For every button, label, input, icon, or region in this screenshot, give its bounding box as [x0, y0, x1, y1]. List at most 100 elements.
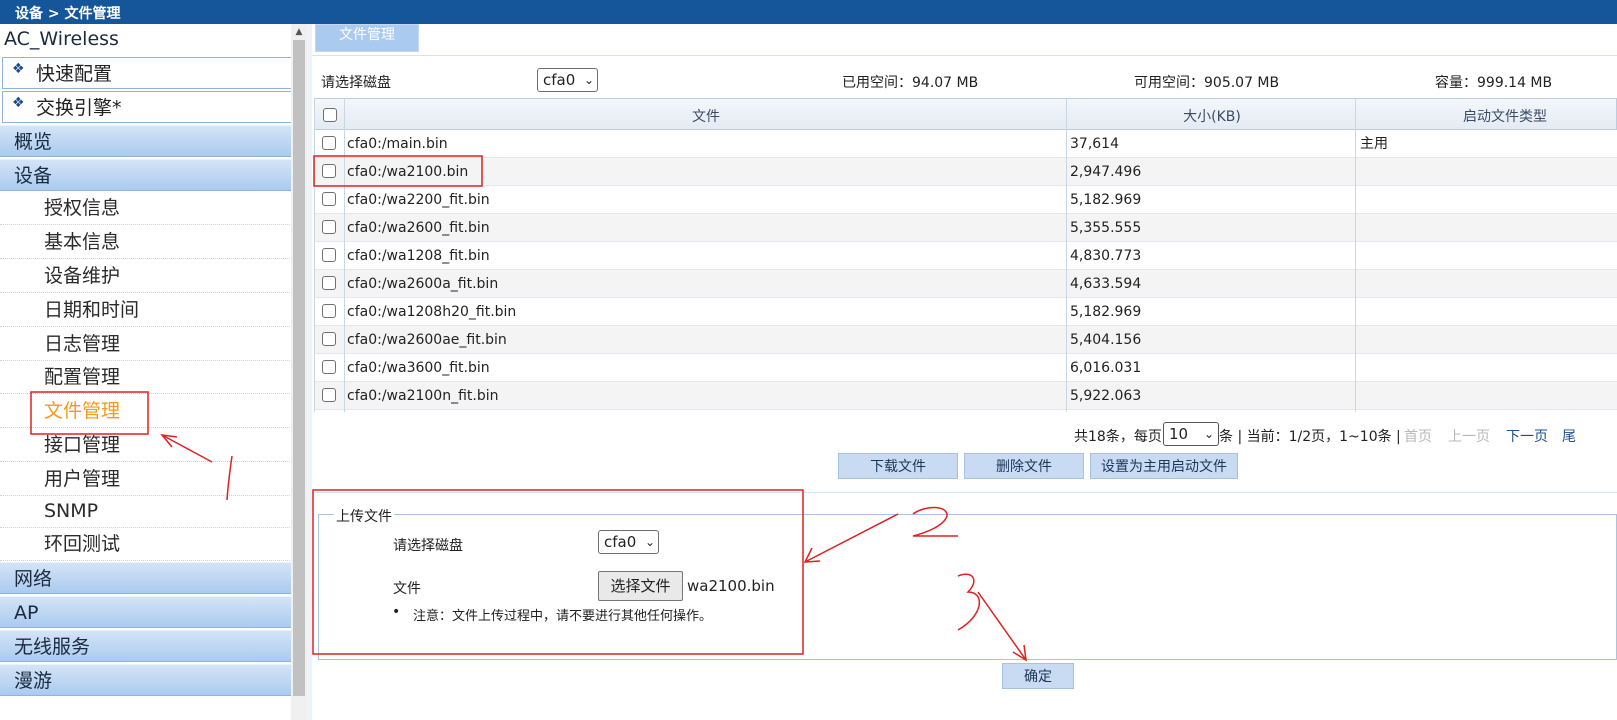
- sidebar-item-interface[interactable]: 接口管理: [0, 428, 292, 462]
- upload-disk-value: cfa0: [604, 533, 637, 551]
- delete-file-button[interactable]: 删除文件: [964, 453, 1084, 479]
- table-row[interactable]: cfa0:/wa2600ae_fit.bin 5,404.156: [314, 326, 1617, 354]
- upload-legend: 上传文件: [334, 506, 394, 526]
- file-size-cell: 6,016.031: [1070, 360, 1142, 376]
- set-main-boot-button[interactable]: 设置为主用启动文件: [1090, 453, 1238, 479]
- table-row[interactable]: cfa0:/wa3600_fit.bin 6,016.031: [314, 354, 1617, 382]
- sidebar-item-basic-info[interactable]: 基本信息: [0, 225, 292, 259]
- column-header-file[interactable]: 文件: [345, 99, 1067, 129]
- table-header: 文件 大小(KB) 启动文件类型: [314, 98, 1617, 130]
- sidebar-item-switch-engine[interactable]: ❖ 交换引擎*: [2, 91, 292, 123]
- table-row[interactable]: cfa0:/wa1208h20_fit.bin 5,182.969: [314, 298, 1617, 326]
- row-checkbox[interactable]: [322, 248, 336, 262]
- capacity: 容量：999.14 MB: [1435, 75, 1553, 91]
- sidebar-item-label: 交换引擎*: [36, 97, 122, 119]
- main-panel: 文件管理 请选择磁盘 cfa0 ⌄ 已用空间：94.07 MB 可用空间：905…: [312, 24, 1617, 720]
- sidebar-category-network[interactable]: 网络: [0, 562, 292, 594]
- sidebar-item-config[interactable]: 配置管理: [0, 360, 292, 394]
- pager-next[interactable]: 下一页: [1506, 426, 1548, 446]
- table-row[interactable]: cfa0:/wa2600_fit.bin 5,355.555: [314, 214, 1617, 242]
- row-checkbox[interactable]: [322, 388, 336, 402]
- app-title: AC_Wireless: [4, 28, 119, 50]
- free-space: 可用空间：905.07 MB: [1134, 75, 1280, 91]
- sidebar-item-file-management[interactable]: 文件管理: [0, 394, 292, 428]
- file-name-cell: cfa0:/wa2200_fit.bin: [347, 192, 490, 208]
- sidebar-item-datetime[interactable]: 日期和时间: [0, 293, 292, 327]
- file-size-cell: 2,947.496: [1070, 164, 1142, 180]
- sidebar-item-maintenance[interactable]: 设备维护: [0, 259, 292, 293]
- upload-fieldset: [318, 514, 1617, 660]
- upload-disk-select[interactable]: cfa0 ⌄: [598, 530, 659, 554]
- row-checkbox[interactable]: [322, 136, 336, 150]
- download-file-button[interactable]: 下载文件: [838, 453, 958, 479]
- tab-file-management[interactable]: 文件管理: [315, 24, 419, 52]
- column-header-boot-type[interactable]: 启动文件类型: [1357, 99, 1615, 129]
- file-name-cell: cfa0:/wa2600a_fit.bin: [347, 276, 499, 292]
- file-name-cell: cfa0:/main.bin: [347, 136, 448, 152]
- pager-last[interactable]: 尾: [1562, 426, 1576, 446]
- pager-total: 共18条，每页: [1074, 429, 1162, 445]
- file-size-cell: 5,182.969: [1070, 192, 1142, 208]
- file-name-cell: cfa0:/wa1208_fit.bin: [347, 248, 490, 264]
- file-size-cell: 5,355.555: [1070, 220, 1142, 236]
- table-row[interactable]: cfa0:/wa2600a_fit.bin 4,633.594: [314, 270, 1617, 298]
- disk-select-value: cfa0: [543, 71, 576, 89]
- select-all-checkbox[interactable]: [323, 108, 337, 122]
- table-row[interactable]: cfa0:/main.bin 37,614 主用: [314, 130, 1617, 158]
- upload-note-bullet: •: [392, 604, 401, 620]
- sidebar-category-device[interactable]: 设备: [0, 159, 292, 191]
- sidebar-category-wireless[interactable]: 无线服务: [0, 630, 292, 662]
- table-row[interactable]: cfa0:/wa1208_fit.bin 4,830.773: [314, 242, 1617, 270]
- sidebar-item-loopback[interactable]: 环回测试: [0, 527, 292, 561]
- pager-prev[interactable]: 上一页: [1448, 426, 1490, 446]
- table-row[interactable]: cfa0:/wa2200_fit.bin 5,182.969: [314, 186, 1617, 214]
- chosen-file-name: wa2100.bin: [687, 577, 775, 595]
- diamond-icon: ❖: [12, 61, 25, 77]
- file-size-cell: 37,614: [1070, 136, 1119, 152]
- pager-info: 条 | 当前：1/2页，1~10条 |: [1219, 429, 1401, 445]
- column-divider: [344, 98, 345, 412]
- table-row[interactable]: cfa0:/wa2100n_fit.bin 5,922.063: [314, 382, 1617, 410]
- row-checkbox[interactable]: [322, 304, 336, 318]
- sidebar-category-overview[interactable]: 概览: [0, 125, 292, 157]
- confirm-button[interactable]: 确定: [1002, 663, 1074, 689]
- file-name-cell: cfa0:/wa3600_fit.bin: [347, 360, 490, 376]
- sidebar-category-ap[interactable]: AP: [0, 596, 292, 628]
- used-space: 已用空间：94.07 MB: [842, 75, 979, 91]
- row-checkbox[interactable]: [322, 164, 336, 178]
- sidebar-item-users[interactable]: 用户管理: [0, 462, 292, 496]
- chevron-down-icon: ⌄: [583, 73, 594, 87]
- breadcrumb: 设备 > 文件管理: [0, 0, 1617, 24]
- scroll-up-icon[interactable]: ▲: [293, 26, 305, 38]
- column-header-size[interactable]: 大小(KB): [1067, 99, 1357, 129]
- row-checkbox[interactable]: [322, 220, 336, 234]
- sidebar-item-license[interactable]: 授权信息: [0, 191, 292, 225]
- sidebar-item-quick-config[interactable]: ❖ 快速配置: [2, 57, 292, 89]
- file-size-cell: 4,830.773: [1070, 248, 1142, 264]
- row-checkbox[interactable]: [322, 332, 336, 346]
- upload-disk-label: 请选择磁盘: [393, 538, 463, 554]
- file-size-cell: 5,922.063: [1070, 388, 1142, 404]
- page-size-select[interactable]: 10 ⌄: [1163, 422, 1219, 446]
- sidebar-category-roaming[interactable]: 漫游: [0, 664, 292, 696]
- row-checkbox[interactable]: [322, 192, 336, 206]
- section-divider: [312, 492, 1617, 493]
- row-checkbox[interactable]: [322, 360, 336, 374]
- choose-file-button[interactable]: 选择文件: [598, 571, 683, 601]
- file-name-cell: cfa0:/wa1208h20_fit.bin: [347, 304, 517, 320]
- pager-first[interactable]: 首页: [1404, 426, 1432, 446]
- sidebar-item-log[interactable]: 日志管理: [0, 327, 292, 361]
- sidebar-item-label: 快速配置: [36, 63, 113, 85]
- tab-underline: [312, 55, 1617, 56]
- boot-type-cell: 主用: [1360, 136, 1388, 152]
- disk-select[interactable]: cfa0 ⌄: [537, 68, 598, 92]
- row-checkbox[interactable]: [322, 276, 336, 290]
- column-divider: [1066, 98, 1067, 412]
- sidebar-item-snmp[interactable]: SNMP: [0, 494, 292, 528]
- chevron-down-icon: ⌄: [1203, 427, 1214, 441]
- sidebar-scroll-thumb[interactable]: [293, 40, 305, 696]
- chevron-down-icon: ⌄: [644, 535, 655, 549]
- table-row[interactable]: cfa0:/wa2100.bin 2,947.496: [314, 158, 1617, 186]
- upload-note: 注意：文件上传过程中，请不要进行其他任何操作。: [413, 609, 713, 624]
- page-size-value: 10: [1169, 425, 1189, 443]
